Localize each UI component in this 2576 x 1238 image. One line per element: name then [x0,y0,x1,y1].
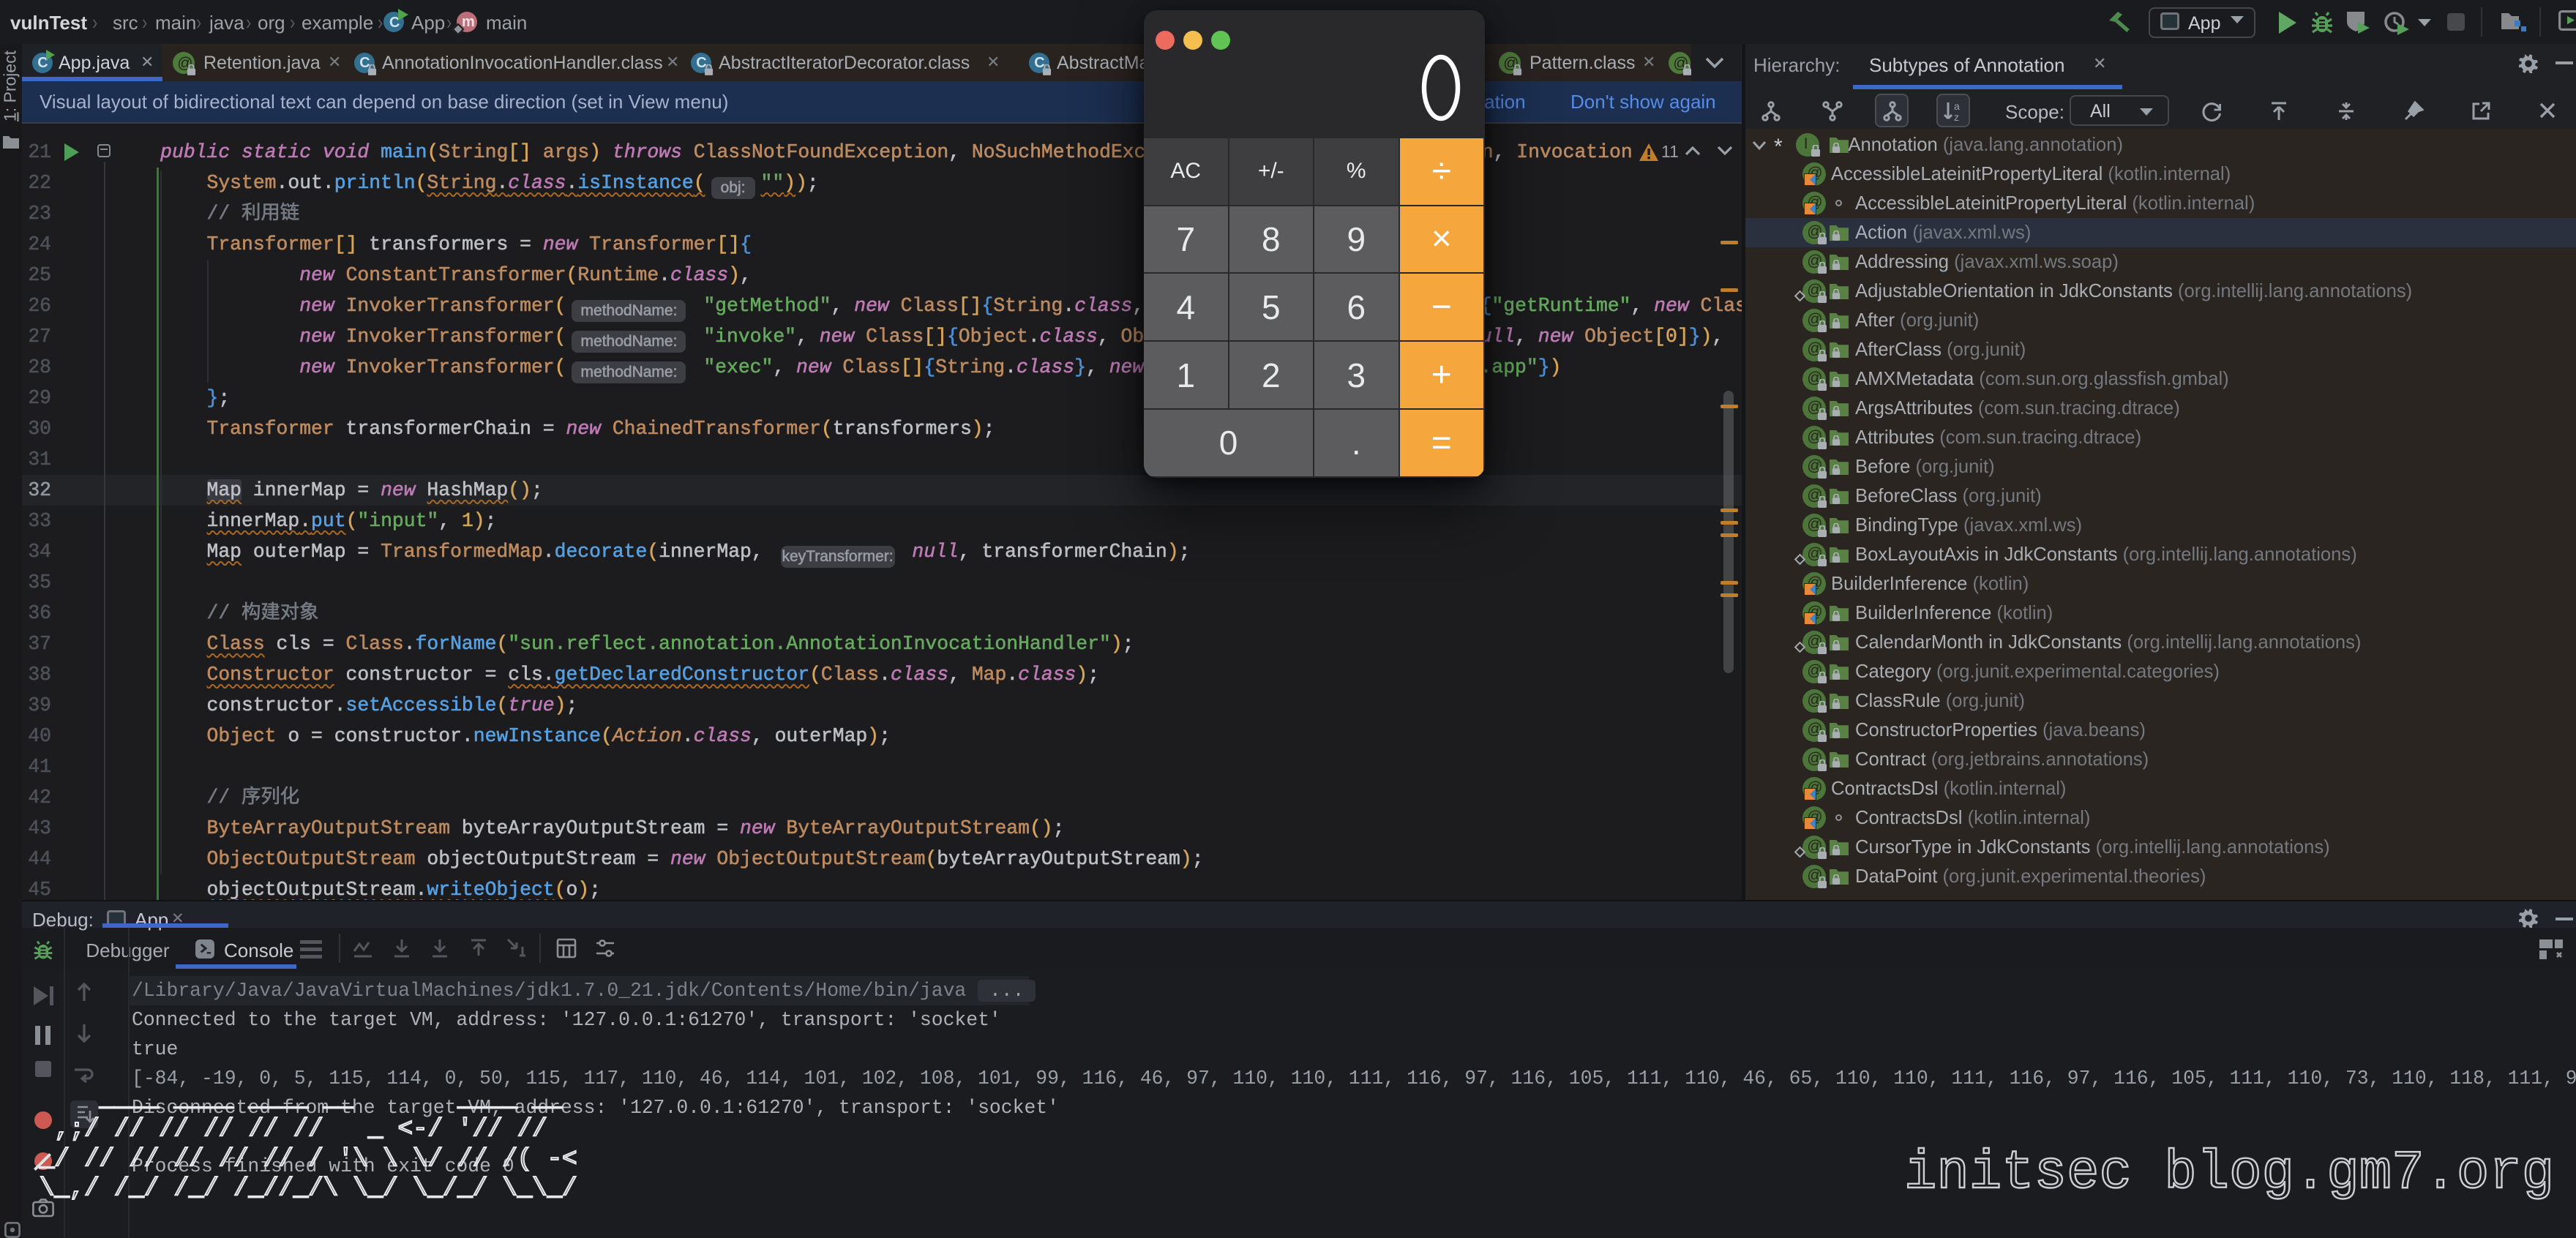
svg-text:a: a [1954,101,1960,112]
svg-text:z: z [1954,111,1959,121]
